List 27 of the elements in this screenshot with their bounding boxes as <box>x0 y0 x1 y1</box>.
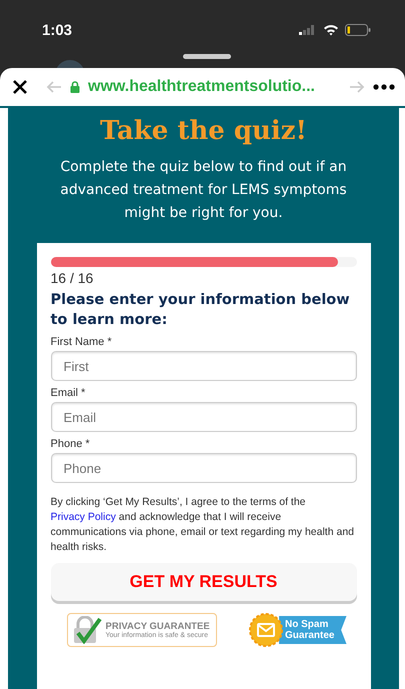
field-label: Email * <box>50 387 86 399</box>
get-results-button[interactable]: GET MY RESULTS <box>50 563 356 601</box>
signal-icon <box>299 25 315 35</box>
input-field[interactable]: First <box>50 351 356 381</box>
sheet-handle[interactable] <box>183 54 231 59</box>
consent-text: By clicking ‘Get My Results’, I agree to the terms of the Privacy Policy and acknowledge that I will receive communications via phone, email or text regarding my health and health risks. <box>50 495 355 555</box>
url-text[interactable]: www.healthtreatmentsolutio... <box>88 78 315 96</box>
input-field[interactable]: Email <box>50 402 356 432</box>
form-heading: Please enter your information below to learn more: <box>50 291 351 330</box>
progress-count: 16 / 16 <box>50 270 94 286</box>
more-icon[interactable] <box>373 84 395 90</box>
badge-subtitle: Guarantee <box>285 630 334 641</box>
page-subtitle: Complete the quiz below to find out if an advanced treatment for LEMS symptoms might be right for you. <box>59 158 348 223</box>
envelope-seal-icon <box>249 613 284 647</box>
lock-icon <box>70 81 80 93</box>
field-label: Phone * <box>50 438 91 450</box>
status-time: 1:03 <box>42 22 72 38</box>
wifi-icon <box>323 24 339 36</box>
badge-title: PRIVACY GUARANTEE <box>106 621 210 632</box>
page-title: Take the quiz! <box>100 116 307 146</box>
battery-icon <box>345 24 371 36</box>
badge-title: No Spam <box>285 619 330 630</box>
padlock-check-icon <box>72 616 102 644</box>
close-icon <box>12 79 28 95</box>
input-field[interactable]: Phone <box>50 453 356 483</box>
privacy-policy-link[interactable]: Privacy Policy <box>50 511 116 523</box>
field-label: First Name * <box>50 336 113 348</box>
